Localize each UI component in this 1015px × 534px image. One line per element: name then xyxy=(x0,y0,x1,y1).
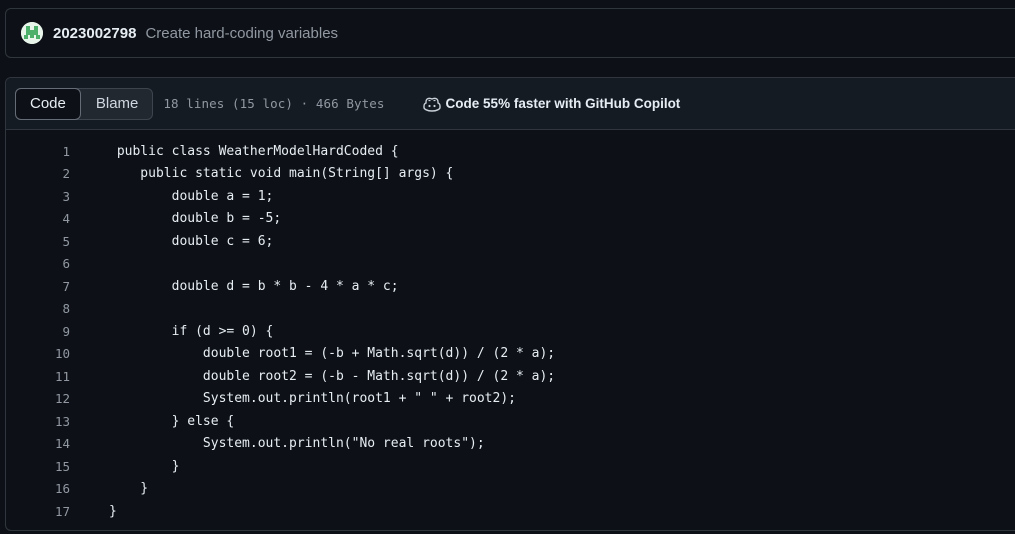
code-line: 13 } else { xyxy=(6,410,1015,433)
code-line: 15 } xyxy=(6,455,1015,478)
line-number[interactable]: 6 xyxy=(6,256,70,271)
line-code: } xyxy=(109,481,149,497)
line-code: double root2 = (-b - Math.sqrt(d)) / (2 … xyxy=(109,368,556,384)
line-code: double b = -5; xyxy=(109,211,282,227)
code-view[interactable]: 1 public class WeatherModelHardCoded {2 … xyxy=(6,130,1015,523)
code-line: 16 } xyxy=(6,478,1015,501)
code-line: 11 double root2 = (-b - Math.sqrt(d)) / … xyxy=(6,365,1015,388)
code-line: 8 xyxy=(6,298,1015,321)
file-viewer: Code Blame 18 lines (15 loc) · 466 Bytes… xyxy=(5,77,1015,531)
code-line: 9 if (d >= 0) { xyxy=(6,320,1015,343)
line-number[interactable]: 8 xyxy=(6,301,70,316)
line-number[interactable]: 7 xyxy=(6,279,70,294)
line-code: double root1 = (-b + Math.sqrt(d)) / (2 … xyxy=(109,346,556,362)
file-meta: 18 lines (15 loc) · 466 Bytes xyxy=(163,96,385,111)
line-number[interactable]: 3 xyxy=(6,189,70,204)
line-code: double d = b * b - 4 * a * c; xyxy=(109,278,399,294)
line-code: } xyxy=(109,458,180,474)
line-number[interactable]: 17 xyxy=(6,504,70,519)
code-line: 1 public class WeatherModelHardCoded { xyxy=(6,140,1015,163)
line-number[interactable]: 2 xyxy=(6,166,70,181)
line-code: double c = 6; xyxy=(109,233,274,249)
line-code: } else { xyxy=(109,413,235,429)
copilot-label: Code 55% faster with GitHub Copilot xyxy=(445,96,681,111)
code-line: 6 xyxy=(6,253,1015,276)
line-number[interactable]: 9 xyxy=(6,324,70,339)
code-line: 17} xyxy=(6,500,1015,523)
line-code: public static void main(String[] args) { xyxy=(109,166,454,182)
line-number[interactable]: 4 xyxy=(6,211,70,226)
line-code: } xyxy=(109,503,117,519)
file-header: Code Blame 18 lines (15 loc) · 466 Bytes… xyxy=(6,78,1015,130)
commit-author[interactable]: 2023002798 xyxy=(53,25,136,42)
code-line: 7 double d = b * b - 4 * a * c; xyxy=(6,275,1015,298)
line-number[interactable]: 16 xyxy=(6,481,70,496)
code-line: 3 double a = 1; xyxy=(6,185,1015,208)
identicon-avatar-icon xyxy=(21,22,43,44)
code-line: 4 double b = -5; xyxy=(6,208,1015,231)
line-number[interactable]: 14 xyxy=(6,436,70,451)
line-number[interactable]: 10 xyxy=(6,346,70,361)
author-avatar[interactable] xyxy=(21,22,43,44)
tab-blame[interactable]: Blame xyxy=(80,89,153,119)
tab-code[interactable]: Code xyxy=(15,87,81,120)
copilot-link[interactable]: Code 55% faster with GitHub Copilot xyxy=(422,96,681,112)
line-code: System.out.println("No real roots"); xyxy=(109,436,485,452)
line-number[interactable]: 1 xyxy=(6,144,70,159)
line-number[interactable]: 11 xyxy=(6,369,70,384)
code-line: 12 System.out.println(root1 + " " + root… xyxy=(6,388,1015,411)
line-number[interactable]: 12 xyxy=(6,391,70,406)
line-code: System.out.println(root1 + " " + root2); xyxy=(109,391,516,407)
line-code: double a = 1; xyxy=(109,188,274,204)
view-toggle: Code Blame xyxy=(15,87,154,120)
code-line: 14 System.out.println("No real roots"); xyxy=(6,433,1015,456)
line-number[interactable]: 13 xyxy=(6,414,70,429)
commit-message[interactable]: Create hard-coding variables xyxy=(145,25,338,42)
code-line: 5 double c = 6; xyxy=(6,230,1015,253)
code-line: 10 double root1 = (-b + Math.sqrt(d)) / … xyxy=(6,343,1015,366)
copilot-icon xyxy=(422,97,441,112)
latest-commit-bar: 2023002798 Create hard-coding variables xyxy=(5,8,1015,58)
line-number[interactable]: 15 xyxy=(6,459,70,474)
line-number[interactable]: 5 xyxy=(6,234,70,249)
line-code: if (d >= 0) { xyxy=(109,323,274,339)
line-code: public class WeatherModelHardCoded { xyxy=(109,143,399,159)
code-line: 2 public static void main(String[] args)… xyxy=(6,163,1015,186)
